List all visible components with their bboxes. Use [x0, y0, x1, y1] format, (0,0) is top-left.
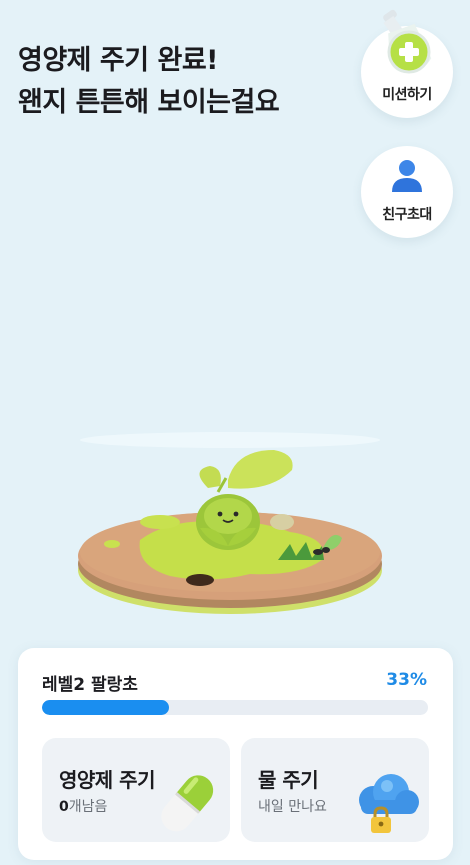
headline-line-1: 영양제 주기 완료!: [18, 45, 219, 76]
headline: 영양제 주기 완료! 왠지 튼튼해 보이는걸요: [18, 40, 280, 124]
plant-island-illustration: [78, 432, 382, 614]
level-progress-fill: [42, 700, 170, 715]
nutrient-remaining: 0개남음: [59, 796, 107, 816]
mission-label: 미션하기: [382, 87, 432, 103]
growth-status-card: 레벨2 팔랑초 33% 영양제 주기 0개남음 물 주기 내일 만나요: [18, 648, 453, 860]
give-nutrient-button[interactable]: 영양제 주기 0개남음: [42, 738, 230, 842]
cloud-lock-icon: [359, 774, 419, 833]
give-water-subtitle: 내일 만나요: [258, 799, 327, 815]
level-progress-bar: [42, 700, 428, 715]
headline-line-2: 왠지 튼튼해 보이는걸요: [18, 87, 280, 118]
flask-plus-icon: [383, 9, 432, 74]
invite-label: 친구초대: [382, 207, 432, 223]
mission-button[interactable]: 미션하기: [361, 9, 453, 118]
nutrient-count: 0: [59, 799, 69, 815]
level-label: 레벨2 팔랑초: [42, 675, 138, 695]
level-percent: 33%: [386, 670, 427, 690]
give-water-title: 물 주기: [258, 768, 319, 792]
give-nutrient-title: 영양제 주기: [59, 768, 155, 792]
person-icon: [392, 160, 422, 192]
give-water-button[interactable]: 물 주기 내일 만나요: [241, 738, 429, 842]
nutrient-count-suffix: 개남음: [68, 799, 108, 815]
invite-friend-button[interactable]: 친구초대: [361, 146, 453, 238]
pill-capsule-icon: [161, 775, 214, 832]
